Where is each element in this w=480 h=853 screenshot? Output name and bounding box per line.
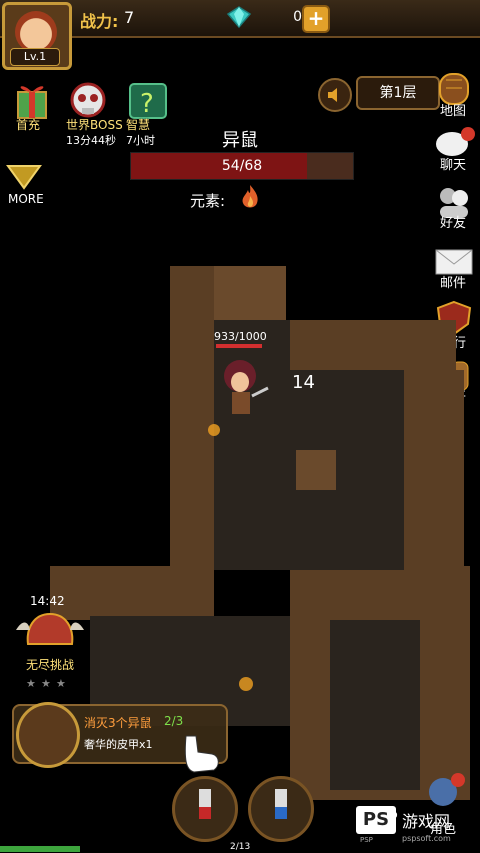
enemy-hp-bar: 54/68 xyxy=(130,152,354,180)
star-icon: ★ xyxy=(40,677,51,690)
star-icon: ★ xyxy=(55,677,66,690)
quest-reward: 奢华的皮甲x1 xyxy=(84,738,153,751)
power-value: 7 xyxy=(124,8,135,27)
watermark-p: P xyxy=(388,808,398,827)
add-gems-button[interactable]: + xyxy=(302,5,330,33)
sound-button[interactable] xyxy=(318,78,352,112)
endless-timer: 14:42 xyxy=(30,594,65,608)
hero-hp-bar xyxy=(216,344,262,348)
damage-number: 14 xyxy=(292,372,315,393)
enemy-hp-text: 54/68 xyxy=(221,158,263,174)
friends-label: 好友 xyxy=(439,216,466,231)
blue-potion-button[interactable] xyxy=(248,776,314,842)
svg-text:?: ? xyxy=(140,89,154,119)
chat-label: 聊天 xyxy=(439,158,466,173)
watermark-text: 游戏网 xyxy=(402,812,451,831)
speaker-icon xyxy=(328,88,337,102)
helmet-icon[interactable] xyxy=(12,610,88,658)
pointing-hand-icon xyxy=(184,735,219,773)
map-label: 地图 xyxy=(439,104,466,119)
gem-count: 0 xyxy=(293,9,302,25)
bottom-progress-bar xyxy=(0,846,80,852)
endless-challenge-label[interactable]: 无尽挑战 xyxy=(26,656,74,673)
blue-potion-icon xyxy=(275,789,287,819)
red-potion-icon xyxy=(199,789,211,819)
star-icon: ★ xyxy=(26,677,36,690)
page-indicator: 2/13 xyxy=(230,842,251,852)
gem-icon xyxy=(226,6,252,28)
more-triangle-icon[interactable] xyxy=(6,164,42,190)
hero-sprite[interactable] xyxy=(214,352,274,422)
enemy-name: 异鼠 xyxy=(222,130,258,151)
hero-hp-text: 933/1000 xyxy=(214,330,267,343)
more-button[interactable]: MORE xyxy=(8,192,44,206)
endless-stars: ★ ★ ★ xyxy=(26,672,66,691)
quest-title: 消灭3个异鼠 xyxy=(84,716,152,730)
level-badge: Lv.1 xyxy=(10,48,60,66)
element-label: 元素: xyxy=(190,192,226,210)
fire-icon xyxy=(242,185,258,208)
power-label: 战力: xyxy=(80,12,119,31)
watermark-sub: PSP xyxy=(360,836,373,844)
armor-reward-icon xyxy=(16,702,80,768)
watermark-url: pspsoft.com xyxy=(402,834,451,843)
red-potion-button[interactable] xyxy=(172,776,238,842)
